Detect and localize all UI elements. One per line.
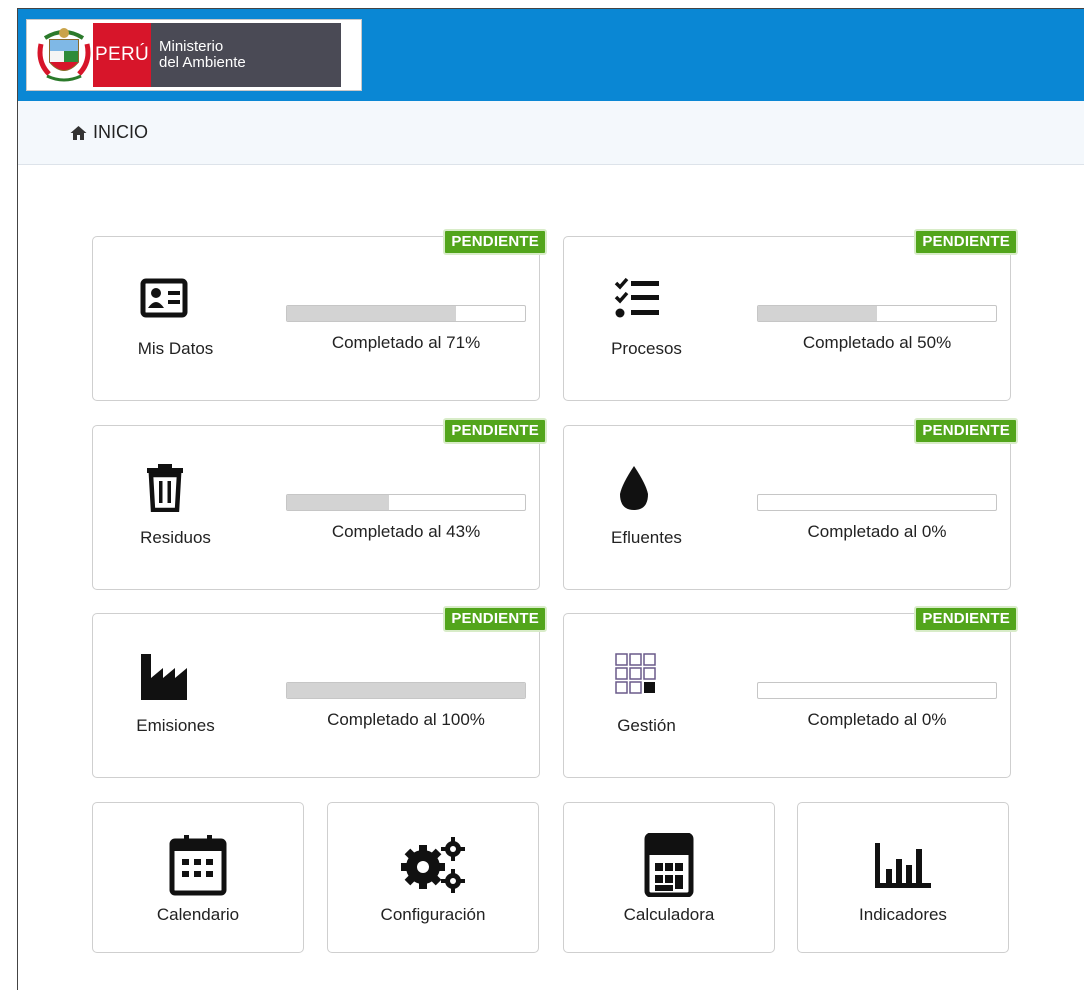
module-label: Gestión <box>617 716 676 735</box>
tool-label: Configuración <box>380 905 486 924</box>
progress-fill <box>287 495 390 510</box>
status-badge: PENDIENTE <box>914 418 1018 444</box>
tool-label: Calendario <box>156 905 240 924</box>
tool-card-calculadora[interactable]: Calculadora <box>563 802 775 953</box>
module-label: Efluentes <box>611 528 682 547</box>
progress-bar <box>286 305 526 322</box>
gears-icon <box>401 837 465 893</box>
factory-icon <box>141 654 187 700</box>
progress-fill <box>287 683 525 698</box>
module-label: Residuos <box>140 528 211 547</box>
ministry-name-line2: del Ambiente <box>159 54 246 71</box>
checklist-icon <box>614 277 659 318</box>
tool-card-configuracion[interactable]: Configuración <box>327 802 539 953</box>
status-badge: PENDIENTE <box>443 606 547 632</box>
progress-fill <box>758 306 877 321</box>
status-badge: PENDIENTE <box>443 418 547 444</box>
progress-text: Completado al 50% <box>802 333 952 352</box>
progress-bar <box>286 494 526 511</box>
module-card-emisiones[interactable]: PENDIENTE Emisiones Completado al 100% <box>92 606 547 778</box>
country-label: PERÚ <box>93 23 151 87</box>
progress-text: Completado al 100% <box>327 710 485 729</box>
progress-text: Completado al 71% <box>331 333 481 352</box>
grid-icon <box>615 653 656 694</box>
breadcrumb: INICIO <box>18 101 1084 165</box>
status-badge: PENDIENTE <box>914 606 1018 632</box>
trash-icon <box>147 464 183 512</box>
header-bar: PERÚ Ministerio del Ambiente <box>18 9 1084 101</box>
calendar-icon <box>169 835 227 896</box>
module-card-efluentes[interactable]: PENDIENTE Efluentes Completado al 0% <box>563 418 1018 590</box>
progress-bar <box>757 494 997 511</box>
module-label: Mis Datos <box>137 339 214 358</box>
module-label: Emisiones <box>136 716 215 735</box>
drop-icon <box>620 466 648 510</box>
module-card-procesos[interactable]: PENDIENTE Procesos Completado al 50% <box>563 229 1018 401</box>
module-label: Procesos <box>611 339 682 358</box>
ministry-name: Ministerio del Ambiente <box>151 23 341 87</box>
tool-label: Indicadores <box>859 905 947 924</box>
tool-label: Calculadora <box>623 905 715 924</box>
progress-fill <box>287 306 456 321</box>
status-badge: PENDIENTE <box>914 229 1018 255</box>
progress-bar <box>757 305 997 322</box>
progress-bar <box>757 682 997 699</box>
ministry-name-line1: Ministerio <box>159 38 224 55</box>
peru-coat-of-arms-icon <box>37 28 91 82</box>
ministry-logo[interactable]: PERÚ Ministerio del Ambiente <box>26 19 362 91</box>
progress-text: Completado al 0% <box>807 522 947 541</box>
tool-card-indicadores[interactable]: Indicadores <box>797 802 1009 953</box>
progress-text: Completado al 0% <box>807 710 947 729</box>
module-card-residuos[interactable]: PENDIENTE Residuos Completado al 43% <box>92 418 547 590</box>
breadcrumb-home-link[interactable]: INICIO <box>93 122 148 143</box>
app-frame: PERÚ Ministerio del Ambiente INICIO PEND… <box>17 8 1084 990</box>
tool-card-calendario[interactable]: Calendario <box>92 802 304 953</box>
module-card-gestion[interactable]: PENDIENTE Gestión Completado al 0% <box>563 606 1018 778</box>
progress-text: Completado al 43% <box>331 522 481 541</box>
module-card-mis-datos[interactable]: PENDIENTE Mis Datos Completado al 71% <box>92 229 547 401</box>
home-icon[interactable] <box>70 125 87 141</box>
bar-chart-icon <box>875 843 931 888</box>
status-badge: PENDIENTE <box>443 229 547 255</box>
progress-bar <box>286 682 526 699</box>
calculator-icon <box>644 833 694 897</box>
id-card-icon <box>140 278 188 318</box>
